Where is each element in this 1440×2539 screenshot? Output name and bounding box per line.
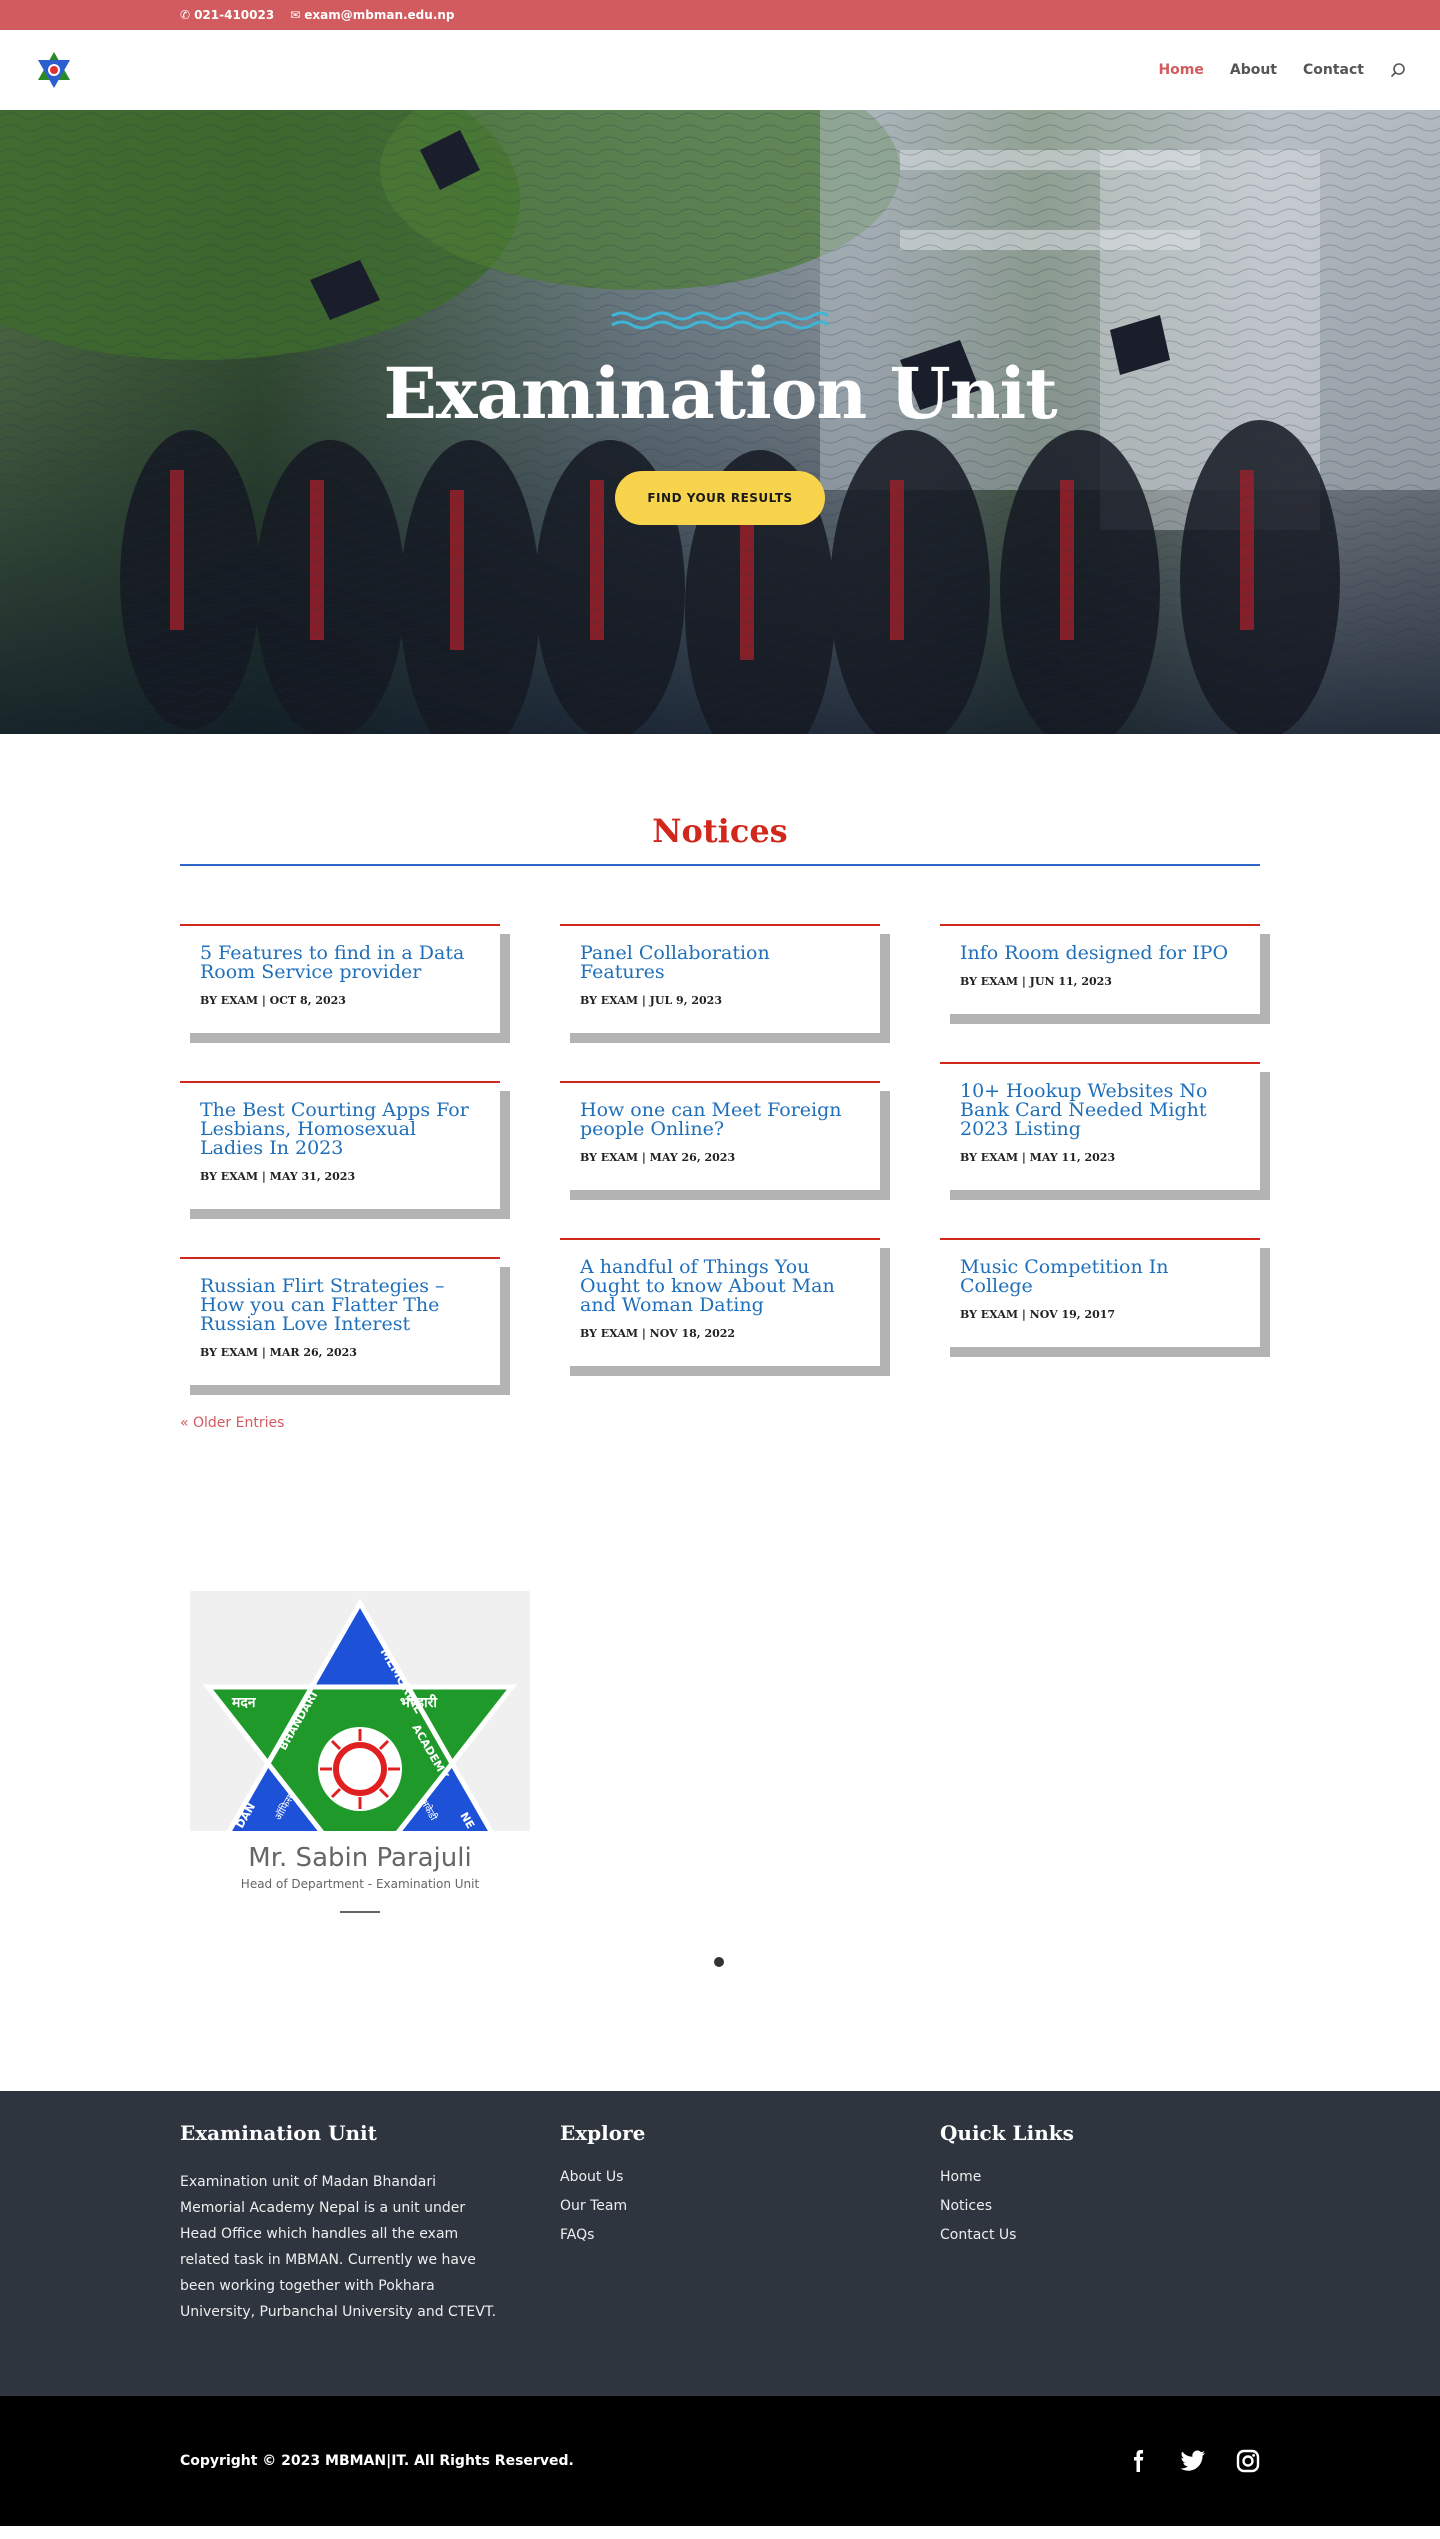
academy-logo: MEMORIAL मदन भण्डारी BHANDARI ACADEMY DA… [202,1597,518,1831]
notice-card: The Best Courting Apps For Lesbians, Hom… [180,1081,500,1209]
twitter-icon[interactable] [1180,2449,1206,2473]
footer-link-notices[interactable]: Notices [940,2198,1260,2214]
phone-contact[interactable]: ✆ 021-410023 [180,8,274,22]
notices-section: Notices 5 Features to find in a Data Roo… [0,734,1440,1431]
hero-title: Examination Unit [383,352,1057,435]
social-links [1126,2449,1260,2473]
copyright-text: Copyright © 2023 MBMAN|IT. All Rights Re… [180,2453,574,2469]
footer-quick-links: Quick Links Home Notices Contact Us [940,2121,1260,2325]
notices-column-2: Panel Collaboration Features BY EXAM | J… [560,924,880,1385]
instagram-icon[interactable] [1236,2449,1260,2473]
nav-contact[interactable]: Contact [1303,62,1364,78]
notices-divider [180,864,1260,866]
notice-title-link[interactable]: Info Room designed for IPO [960,944,1240,963]
notice-meta: BY EXAM | NOV 18, 2022 [580,1327,736,1340]
team-divider [340,1911,380,1913]
notice-card: Russian Flirt Strategies – How you can F… [180,1257,500,1385]
footer-about-title: Examination Unit [180,2121,377,2145]
email-text: exam@mbman.edu.np [304,8,455,22]
notice-title-link[interactable]: 10+ Hookup Websites No Bank Card Needed … [960,1082,1240,1139]
phone-text: 021-410023 [194,8,275,22]
main-nav: Home About Contact [1158,62,1406,78]
team-member-name: Mr. Sabin Parajuli [248,1843,472,1873]
hero-banner: Examination Unit FIND YOUR RESULTS [0,110,1440,734]
footer-about-text: Examination unit of Madan Bhandari Memor… [180,2174,497,2320]
phone-icon: ✆ [180,8,191,22]
footer-explore-title: Explore [560,2121,646,2145]
notice-card: Info Room designed for IPO BY EXAM | JUN… [940,924,1260,1014]
notices-column-3: Info Room designed for IPO BY EXAM | JUN… [940,924,1260,1385]
nav-home[interactable]: Home [1158,62,1203,78]
email-icon: ✉ [290,8,301,22]
hero-content: Examination Unit FIND YOUR RESULTS [0,310,1440,525]
notice-meta: BY EXAM | JUL 9, 2023 [580,994,722,1007]
notice-meta: BY EXAM | JUN 11, 2023 [960,975,1112,988]
nav-about[interactable]: About [1230,62,1277,78]
notice-title-link[interactable]: 5 Features to find in a Data Room Servic… [200,944,480,982]
notice-title-link[interactable]: The Best Courting Apps For Lesbians, Hom… [200,1101,480,1158]
notice-title-link[interactable]: Russian Flirt Strategies – How you can F… [200,1277,480,1334]
footer-columns: Examination Unit Examination unit of Mad… [180,2121,1260,2325]
footer-bottom-bar: Copyright © 2023 MBMAN|IT. All Rights Re… [0,2396,1440,2526]
top-contact-bar: ✆ 021-410023 ✉ exam@mbman.edu.np [0,0,1440,30]
notices-grid: 5 Features to find in a Data Room Servic… [180,924,1260,1385]
footer-link-contact-us[interactable]: Contact Us [940,2227,1260,2243]
notice-meta: BY EXAM | MAR 26, 2023 [200,1346,357,1359]
notice-meta: BY EXAM | NOV 19, 2017 [960,1308,1116,1321]
team-member-card: MEMORIAL मदन भण्डारी BHANDARI ACADEMY DA… [190,1591,530,1913]
team-member-photo: MEMORIAL मदन भण्डारी BHANDARI ACADEMY DA… [190,1591,530,1831]
notice-card: How one can Meet Foreign people Online? … [560,1081,880,1190]
footer-link-home[interactable]: Home [940,2169,1260,2185]
footer-link-about-us[interactable]: About Us [560,2169,880,2185]
notice-meta: BY EXAM | MAY 26, 2023 [580,1151,736,1164]
footer-link-faqs[interactable]: FAQs [560,2227,880,2243]
logo-text-madan: मदन [231,1695,257,1711]
notice-title-link[interactable]: Music Competition In College [960,1258,1240,1296]
older-entries-link[interactable]: « Older Entries [180,1415,1260,1431]
notice-meta: BY EXAM | OCT 8, 2023 [200,994,346,1007]
notice-title-link[interactable]: A handful of Things You Ought to know Ab… [580,1258,860,1315]
footer-about: Examination Unit Examination unit of Mad… [180,2121,500,2325]
site-footer: Examination Unit Examination unit of Mad… [0,2091,1440,2396]
notice-meta: BY EXAM | MAY 11, 2023 [960,1151,1116,1164]
footer-link-our-team[interactable]: Our Team [560,2198,880,2214]
team-slider: MEMORIAL मदन भण्डारी BHANDARI ACADEMY DA… [180,1591,1260,1991]
logo-text-bhandari-np: भण्डारी [400,1694,438,1711]
search-icon[interactable] [1390,62,1406,78]
site-logo[interactable] [34,50,74,90]
squiggle-icon [611,311,830,330]
notices-column-1: 5 Features to find in a Data Room Servic… [180,924,500,1385]
team-member-role: Head of Department - Examination Unit [240,1877,480,1891]
site-header: Home About Contact [0,30,1440,110]
facebook-icon[interactable] [1126,2449,1150,2473]
notice-card: 5 Features to find in a Data Room Servic… [180,924,500,1033]
notices-title: Notices [652,812,788,850]
slider-dot[interactable] [714,1957,724,1967]
find-results-button[interactable]: FIND YOUR RESULTS [615,471,825,525]
notice-card: A handful of Things You Ought to know Ab… [560,1238,880,1366]
email-contact[interactable]: ✉ exam@mbman.edu.np [290,8,454,22]
notice-card: Music Competition In College BY EXAM | N… [940,1238,1260,1347]
notice-card: Panel Collaboration Features BY EXAM | J… [560,924,880,1033]
notice-title-link[interactable]: Panel Collaboration Features [580,944,860,982]
footer-explore: Explore About Us Our Team FAQs [560,2121,880,2325]
notice-title-link[interactable]: How one can Meet Foreign people Online? [580,1101,860,1139]
footer-quick-links-title: Quick Links [940,2121,1074,2145]
notice-meta: BY EXAM | MAY 31, 2023 [200,1170,356,1183]
notice-card: 10+ Hookup Websites No Bank Card Needed … [940,1062,1260,1190]
